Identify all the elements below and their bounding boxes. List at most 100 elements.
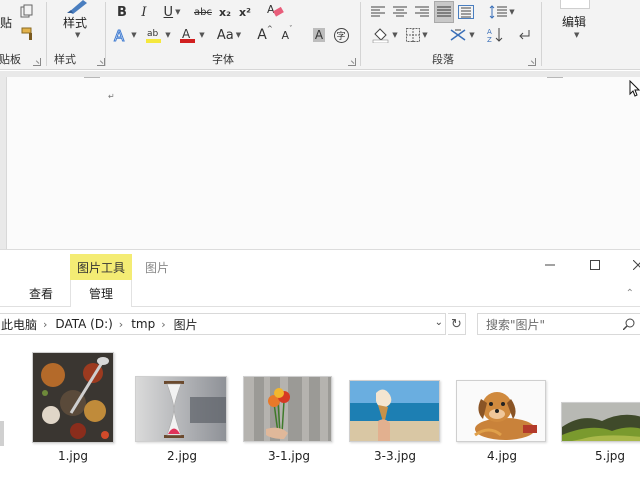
font-color-button[interactable]: A ▼ <box>178 25 206 45</box>
paste-button[interactable]: 粘贴 <box>0 12 12 32</box>
document-area: ↵ <box>0 71 640 249</box>
sort-button[interactable]: AZ <box>485 25 507 45</box>
justify-button[interactable] <box>434 1 454 23</box>
breadcrumb-data-drive[interactable]: DATA (D:) <box>55 317 112 331</box>
minimize-icon <box>545 264 555 266</box>
shading-button[interactable]: ▼ <box>371 25 399 45</box>
search-icon[interactable] <box>623 318 635 330</box>
highlighter-icon: ab <box>146 29 162 43</box>
bold-button[interactable]: B <box>114 2 130 22</box>
file-item[interactable]: 2.jpg <box>134 346 228 463</box>
paragraph-group: ▼ ▼ ▼ ▼ AZ 段落 <box>361 0 539 70</box>
line-spacing-button[interactable]: ▼ <box>487 2 517 22</box>
paste-label: 粘贴 <box>0 16 13 30</box>
svg-text:A: A <box>487 28 492 36</box>
text-effects-button[interactable]: A ▼ <box>112 25 138 45</box>
thumbnail-image <box>243 376 332 442</box>
sort-icon: AZ <box>487 28 503 43</box>
svg-text:A: A <box>182 27 191 41</box>
superscript-label: x² <box>239 5 251 19</box>
thumbnail-image <box>456 380 546 442</box>
address-bar[interactable]: 此电脑 › DATA (D:) › tmp › 图片 ⌄ <box>0 313 446 335</box>
font-launcher-icon[interactable] <box>348 58 356 66</box>
char-shading-button[interactable]: A <box>310 25 328 45</box>
chevron-right-icon[interactable]: › <box>43 318 47 331</box>
tab-manage[interactable]: 管理 <box>70 280 132 307</box>
distributed-icon <box>458 5 474 19</box>
thumbnail-image <box>135 376 227 442</box>
refresh-button[interactable]: ↻ <box>448 313 466 335</box>
distributed-button[interactable] <box>457 2 475 22</box>
word-ribbon: 粘贴 剪贴板 样式 ▼ 样式 B I U <box>0 0 640 70</box>
chevron-down-icon: ▼ <box>75 31 81 39</box>
document-page[interactable]: ↵ <box>6 77 640 249</box>
styles-launcher-icon[interactable] <box>97 58 105 66</box>
chevron-down-icon: ▼ <box>509 8 515 16</box>
breadcrumb-pictures[interactable]: 图片 <box>174 316 198 333</box>
font-group: B I U ▼ abc x₂ x² A A ▼ ab ▼ A ▼ Aa ▼ A … <box>106 0 360 70</box>
show-marks-button[interactable] <box>515 25 535 45</box>
minimize-button[interactable] <box>540 256 560 274</box>
file-item[interactable]: 3-3.jpg <box>348 346 441 463</box>
paragraph-launcher-icon[interactable] <box>528 58 536 66</box>
tab-view[interactable]: 查看 <box>29 285 53 302</box>
search-box[interactable]: 搜索"图片" <box>477 313 640 335</box>
editing-button[interactable]: 编辑 ▼ <box>558 0 592 44</box>
align-right-button[interactable] <box>413 2 431 22</box>
editing-group: 编辑 ▼ <box>542 0 640 70</box>
binoculars-icon <box>560 0 590 9</box>
search-input[interactable]: 搜索"图片" <box>486 316 545 333</box>
return-arrow-icon <box>519 30 530 40</box>
enclose-char-button[interactable]: 字 <box>332 25 350 45</box>
file-item[interactable]: 1.jpg <box>31 346 115 463</box>
thumbnail-image <box>32 352 114 443</box>
file-item[interactable]: 5.jpg <box>561 346 640 463</box>
file-name: 5.jpg <box>595 449 626 463</box>
file-name: 1.jpg <box>57 449 89 463</box>
borders-button[interactable]: ▼ <box>403 25 431 45</box>
chinese-layout-button[interactable]: ▼ <box>447 25 477 45</box>
thumbnail-image <box>561 402 640 442</box>
underline-label: U <box>163 4 174 20</box>
grow-font-button[interactable]: A ^ <box>256 25 274 45</box>
file-item[interactable]: 4.jpg <box>455 346 547 463</box>
collapse-ribbon-icon[interactable]: ⌃ <box>626 288 634 299</box>
chevron-right-icon[interactable]: › <box>119 318 123 331</box>
chevron-down-icon: ▼ <box>422 31 428 39</box>
align-right-icon <box>415 6 429 17</box>
file-item[interactable]: 3-1.jpg <box>242 346 333 463</box>
align-left-button[interactable] <box>369 2 387 22</box>
superscript-button[interactable]: x² <box>236 2 254 22</box>
shrink-font-button[interactable]: Aˇ <box>278 25 296 45</box>
align-center-button[interactable] <box>391 2 409 22</box>
highlight-button[interactable]: ab ▼ <box>144 25 172 45</box>
chevron-down-icon[interactable]: ⌄ <box>435 317 443 328</box>
file-name: 2.jpg <box>167 449 198 463</box>
italic-button[interactable]: I <box>136 2 152 22</box>
styles-label: 样式 <box>63 16 88 30</box>
borders-icon <box>406 28 421 42</box>
clipboard-launcher-icon[interactable] <box>33 58 41 66</box>
char-shading-label: A <box>312 28 326 42</box>
bold-label: B <box>117 4 127 20</box>
justify-icon <box>437 6 451 17</box>
change-case-button[interactable]: Aa ▼ <box>214 25 244 45</box>
close-button[interactable] <box>628 256 640 274</box>
styles-button[interactable]: 样式 ▼ <box>59 0 93 44</box>
text-effects-icon: A <box>114 27 126 43</box>
underline-button[interactable]: U ▼ <box>158 2 186 22</box>
refresh-icon: ↻ <box>451 316 462 332</box>
strikethrough-button[interactable]: abc <box>192 2 214 22</box>
chevron-down-icon: ▼ <box>235 31 242 39</box>
copy-icon[interactable] <box>20 4 34 18</box>
chevron-down-icon: ▼ <box>199 31 205 39</box>
clear-formatting-button[interactable]: A <box>264 1 286 21</box>
chevron-right-icon[interactable]: › <box>161 318 165 331</box>
format-painter-icon[interactable] <box>20 26 36 42</box>
breadcrumb-this-pc[interactable]: 此电脑 <box>1 316 37 333</box>
eraser-icon: A <box>267 3 284 17</box>
subscript-button[interactable]: x₂ <box>216 2 234 22</box>
breadcrumb-tmp[interactable]: tmp <box>131 317 155 331</box>
margin-mark <box>84 77 100 78</box>
maximize-button[interactable] <box>585 256 605 274</box>
